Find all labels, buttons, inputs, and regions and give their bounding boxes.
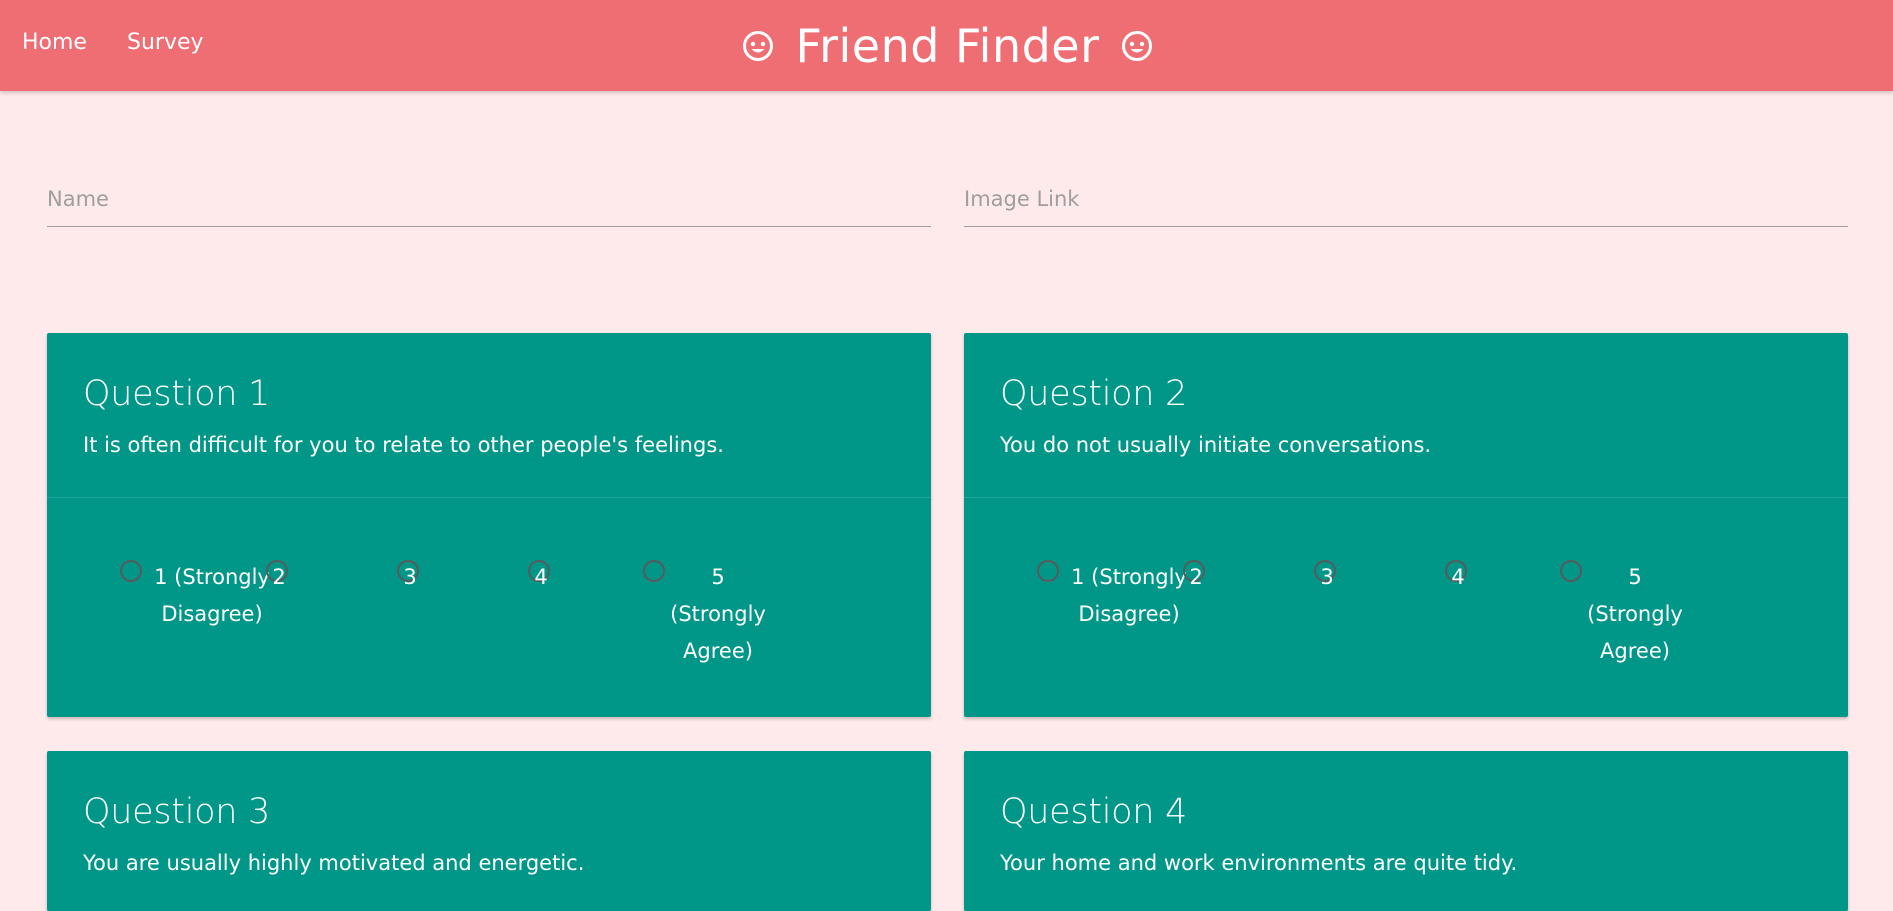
radio-option-5[interactable] <box>643 560 665 582</box>
image-link-field <box>964 175 1848 227</box>
question-title: Question 2 <box>1000 374 1187 414</box>
radio-option-1[interactable] <box>1037 560 1059 582</box>
question-card-2: Question 2 You do not usually initiate c… <box>964 333 1848 717</box>
face-icon <box>1121 31 1152 61</box>
nav-survey-link[interactable]: Survey <box>127 30 204 55</box>
option-label-3: 3 <box>1320 565 1334 589</box>
question-title: Question 4 <box>1000 792 1187 832</box>
card-divider <box>47 497 931 498</box>
name-field <box>47 175 931 227</box>
option-label-2: 2 <box>1189 565 1203 589</box>
image-link-input[interactable] <box>964 175 1848 217</box>
option-label-4: 4 <box>1451 565 1465 589</box>
question-card-3: Question 3 You are usually highly motiva… <box>47 751 931 911</box>
question-title: Question 3 <box>83 792 270 832</box>
navbar: Home Survey Friend Finder <box>0 0 1893 91</box>
option-label-3: 3 <box>403 565 417 589</box>
brand-title[interactable]: Friend Finder <box>795 19 1099 73</box>
option-label-5: 5 (Strongly Agree) <box>670 565 766 663</box>
question-card-4: Question 4 Your home and work environmen… <box>964 751 1848 911</box>
radio-option-5[interactable] <box>1560 560 1582 582</box>
name-input[interactable] <box>47 175 931 217</box>
brand: Friend Finder <box>740 16 1155 76</box>
radio-option-1[interactable] <box>120 560 142 582</box>
question-text: You do not usually initiate conversation… <box>1000 433 1432 457</box>
option-label-2: 2 <box>272 565 286 589</box>
question-text: Your home and work environments are quit… <box>1000 851 1518 875</box>
nav-home-link[interactable]: Home <box>22 30 87 55</box>
question-text: It is often difficult for you to relate … <box>83 433 724 457</box>
option-label-5: 5 (Strongly Agree) <box>1587 565 1683 663</box>
face-icon <box>743 31 773 61</box>
option-label-4: 4 <box>534 565 548 589</box>
question-card-1: Question 1 It is often difficult for you… <box>47 333 931 717</box>
question-text: You are usually highly motivated and ene… <box>83 851 585 875</box>
card-divider <box>964 497 1848 498</box>
question-title: Question 1 <box>83 374 270 414</box>
